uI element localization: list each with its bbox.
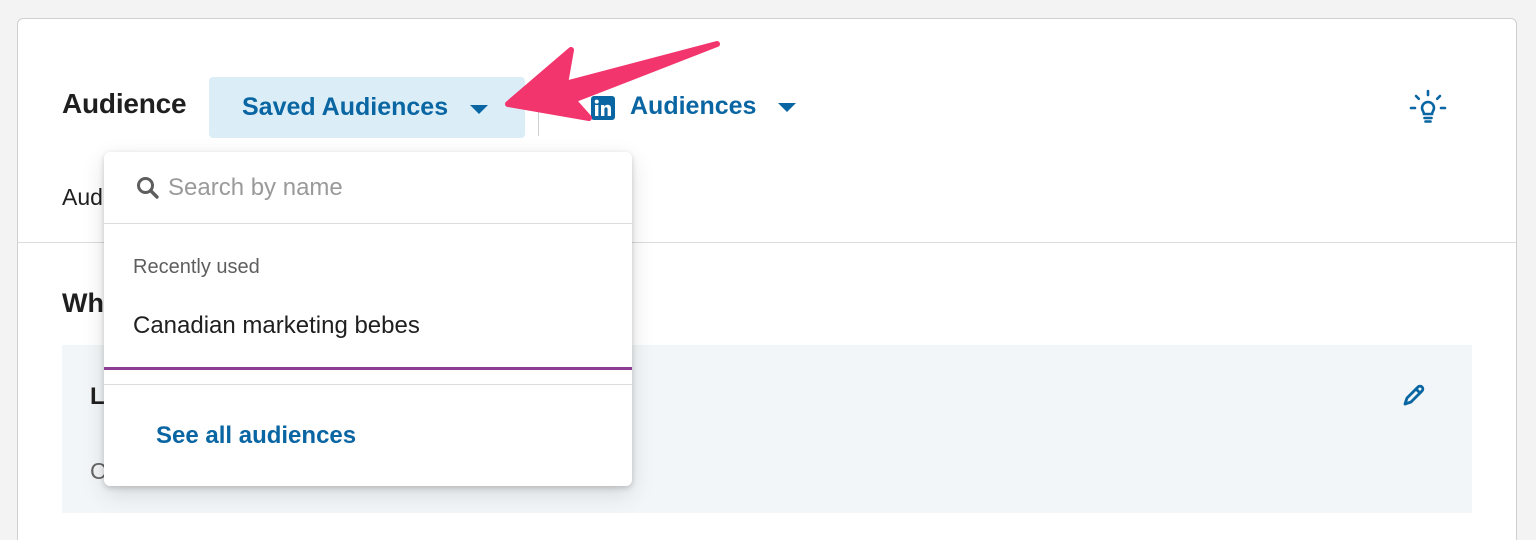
search-row [104, 152, 632, 224]
audience-sub-label: Aud [62, 184, 103, 210]
caret-down-icon [778, 103, 797, 112]
audiences-label: Audiences [630, 92, 757, 120]
saved-audiences-label: Saved Audiences [242, 93, 449, 121]
targeting-heading: Wh [62, 288, 104, 318]
linkedin-icon [591, 96, 615, 120]
saved-audiences-button[interactable]: Saved Audiences [209, 77, 525, 138]
section-title: Audience [62, 88, 187, 119]
pencil-icon[interactable] [1398, 381, 1428, 411]
search-icon [137, 177, 159, 199]
menu-divider [104, 384, 632, 385]
lightbulb-icon[interactable] [1408, 88, 1448, 128]
audience-option-label: Canadian marketing bebes [133, 312, 420, 339]
see-all-audiences-link[interactable]: See all audiences [156, 422, 356, 450]
page: Audience Saved Audiences Audiences Aud W… [0, 0, 1536, 540]
saved-audiences-dropdown: Recently used Canadian marketing bebes S… [104, 152, 632, 486]
targeting-panel-title: L [90, 383, 105, 410]
recently-used-heading: Recently used [133, 256, 260, 278]
caret-down-icon [470, 104, 489, 114]
search-input[interactable] [168, 170, 608, 206]
audiences-button[interactable]: Audiences [630, 92, 797, 121]
vertical-divider [538, 86, 539, 136]
audience-option[interactable]: Canadian marketing bebes [104, 300, 632, 370]
